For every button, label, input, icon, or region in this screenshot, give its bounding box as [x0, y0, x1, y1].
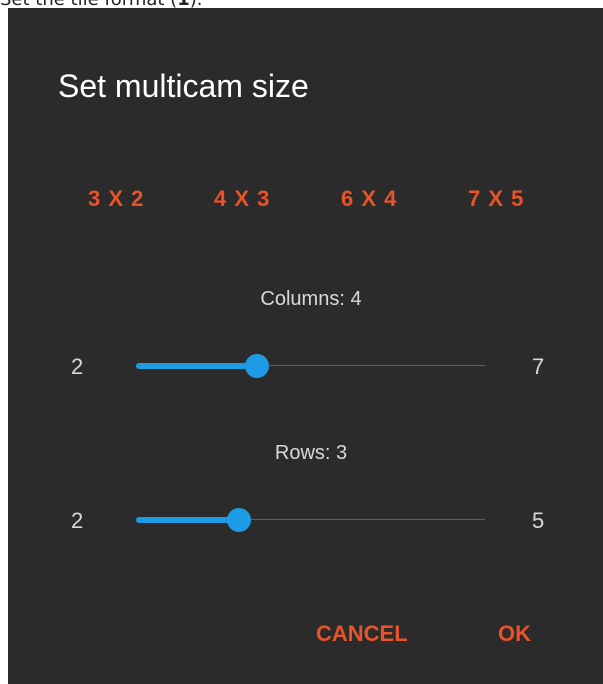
columns-label: Columns: 4 — [260, 288, 362, 310]
rows-max-label: 5 — [532, 508, 545, 533]
rows-slider-fill — [136, 517, 239, 523]
preset-6x4-button[interactable]: 6 X 4 — [341, 186, 397, 212]
columns-slider-fill — [136, 363, 258, 369]
cancel-button[interactable]: CANCEL — [316, 621, 408, 647]
columns-slider-thumb[interactable] — [245, 354, 270, 378]
rows-min-label: 2 — [71, 508, 84, 533]
columns-min-label: 2 — [71, 354, 84, 379]
rows-slider-thumb[interactable] — [227, 508, 251, 532]
multicam-size-dialog: Set multicam size 3 X 2 4 X 3 6 X 4 7 X … — [8, 8, 603, 684]
preset-3x2-button[interactable]: 3 X 2 — [88, 186, 144, 212]
ok-button[interactable]: OK — [498, 621, 531, 647]
rows-label: Rows: 3 — [274, 442, 348, 464]
columns-max-label: 7 — [532, 354, 545, 379]
rows-slider[interactable] — [136, 508, 485, 532]
dialog-title: Set multicam size — [58, 68, 309, 104]
preset-4x3-button[interactable]: 4 X 3 — [214, 186, 270, 212]
columns-slider[interactable] — [136, 354, 485, 378]
preset-7x5-button[interactable]: 7 X 5 — [468, 186, 524, 212]
